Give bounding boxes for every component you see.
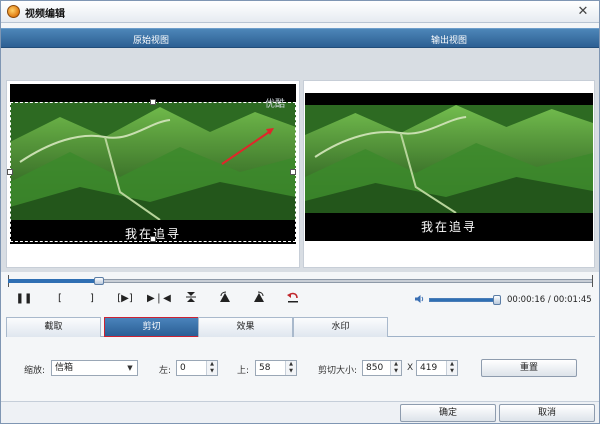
crop-size-label: 剪切大小: [318,366,358,376]
crop-handle-left[interactable] [7,169,13,175]
volume-thumb[interactable] [493,295,501,305]
rotate-left-glyph [220,291,230,302]
stepper-arrows-icon[interactable]: ▲ ▼ [206,361,217,375]
stepper-arrows-icon[interactable]: ▲ ▼ [390,361,401,375]
top-offset-value: 58 [259,363,271,373]
volume-slider[interactable] [429,298,499,302]
tab-crop[interactable]: 剪切 [104,317,199,337]
undo-glyph [287,292,298,303]
total-time: 00:01:45 [553,295,592,305]
current-time: 00:00:16 [507,295,546,305]
stepper-arrows-icon[interactable]: ▲ ▼ [446,361,457,375]
timeline-slider[interactable] [8,275,593,287]
dialog-footer: 确定 取消 [1,401,599,423]
time-readout: 00:00:16 / 00:01:45 [507,295,592,305]
skip-icon[interactable]: ▶❘◀ [147,291,171,307]
undo-icon[interactable] [282,291,304,307]
play-segment-icon[interactable]: [▶] [114,291,136,307]
timeline-thumb[interactable] [93,277,104,285]
size-separator: X [407,363,414,373]
edit-tabs: 截取 剪切 效果 水印 [6,317,595,337]
crop-height-stepper[interactable]: 419 ▲ ▼ [416,360,458,376]
crop-handle-bottom[interactable] [150,236,156,242]
tab-effects[interactable]: 效果 [198,317,293,337]
top-offset-label: 上: [237,366,250,376]
output-video: 我在追寻 [305,93,593,241]
crop-frame[interactable] [7,99,296,242]
close-button[interactable]: ✕ [575,4,591,19]
output-view-label: 输出视图 [431,36,468,46]
flip-vertical-icon[interactable] [180,291,202,307]
original-view-label: 原始视图 [133,36,170,46]
rotate-right-glyph [254,291,264,302]
cancel-button[interactable]: 取消 [499,404,595,422]
crop-height-value: 419 [420,363,438,373]
zoom-select-value: 信箱 [55,363,74,373]
reset-button[interactable]: 重置 [481,359,577,377]
ok-button[interactable]: 确定 [400,404,496,422]
left-offset-value: 0 [180,363,186,373]
time-separator: / [547,295,551,305]
window-title: 视频编辑 [25,9,65,20]
original-view-pane: 优酷 我在追寻 [6,80,300,268]
crop-width-value: 850 [366,363,384,373]
app-icon [7,5,20,18]
rotate-right-icon[interactable] [248,291,270,307]
tab-watermark[interactable]: 水印 [293,317,388,337]
top-offset-stepper[interactable]: 58 ▲ ▼ [255,360,297,376]
great-wall-scene-output [305,105,593,213]
tab-trim[interactable]: 截取 [6,317,101,337]
rotate-left-icon[interactable] [214,291,236,307]
stepper-arrows-icon[interactable]: ▲ ▼ [285,361,296,375]
crop-settings-panel: 缩放: 信箱 ▼ 左: 0 ▲ ▼ 上: 58 ▲ ▼ 剪切大小: 850 ▲ ▼ X… [6,337,595,401]
left-offset-label: 左: [159,366,172,376]
volume-glyph [415,295,424,303]
output-view-pane: 我在追寻 [303,80,595,268]
preview-area: 优酷 我在追寻 我在追寻 [1,48,599,272]
video-edit-window: 视频编辑 ✕ 原始视图 输出视图 优酷 我在追寻 我在追寻 ❚❚ [] [▶]… [0,0,600,424]
crop-width-stepper[interactable]: 850 ▲ ▼ [362,360,402,376]
view-header: 原始视图 输出视图 [1,28,599,48]
title-bar: 视频编辑 ✕ [1,1,599,23]
volume-icon[interactable] [414,294,426,306]
timeline-end-marker [592,275,593,287]
zoom-select[interactable]: 信箱 ▼ [51,360,138,376]
pause-icon[interactable]: ❚❚ [13,291,35,307]
chevron-down-icon[interactable]: ▼ [123,361,137,375]
crop-handle-top[interactable] [150,99,156,105]
mark-out-icon[interactable]: ] [81,291,103,307]
left-offset-stepper[interactable]: 0 ▲ ▼ [176,360,218,376]
mark-in-icon[interactable]: [ [49,291,71,307]
flip-vertical-glyph [186,292,196,302]
timeline-progress [8,279,99,283]
crop-handle-right[interactable] [290,169,296,175]
output-subtitle-text: 我在追寻 [420,220,477,234]
zoom-label: 缩放: [24,366,46,376]
